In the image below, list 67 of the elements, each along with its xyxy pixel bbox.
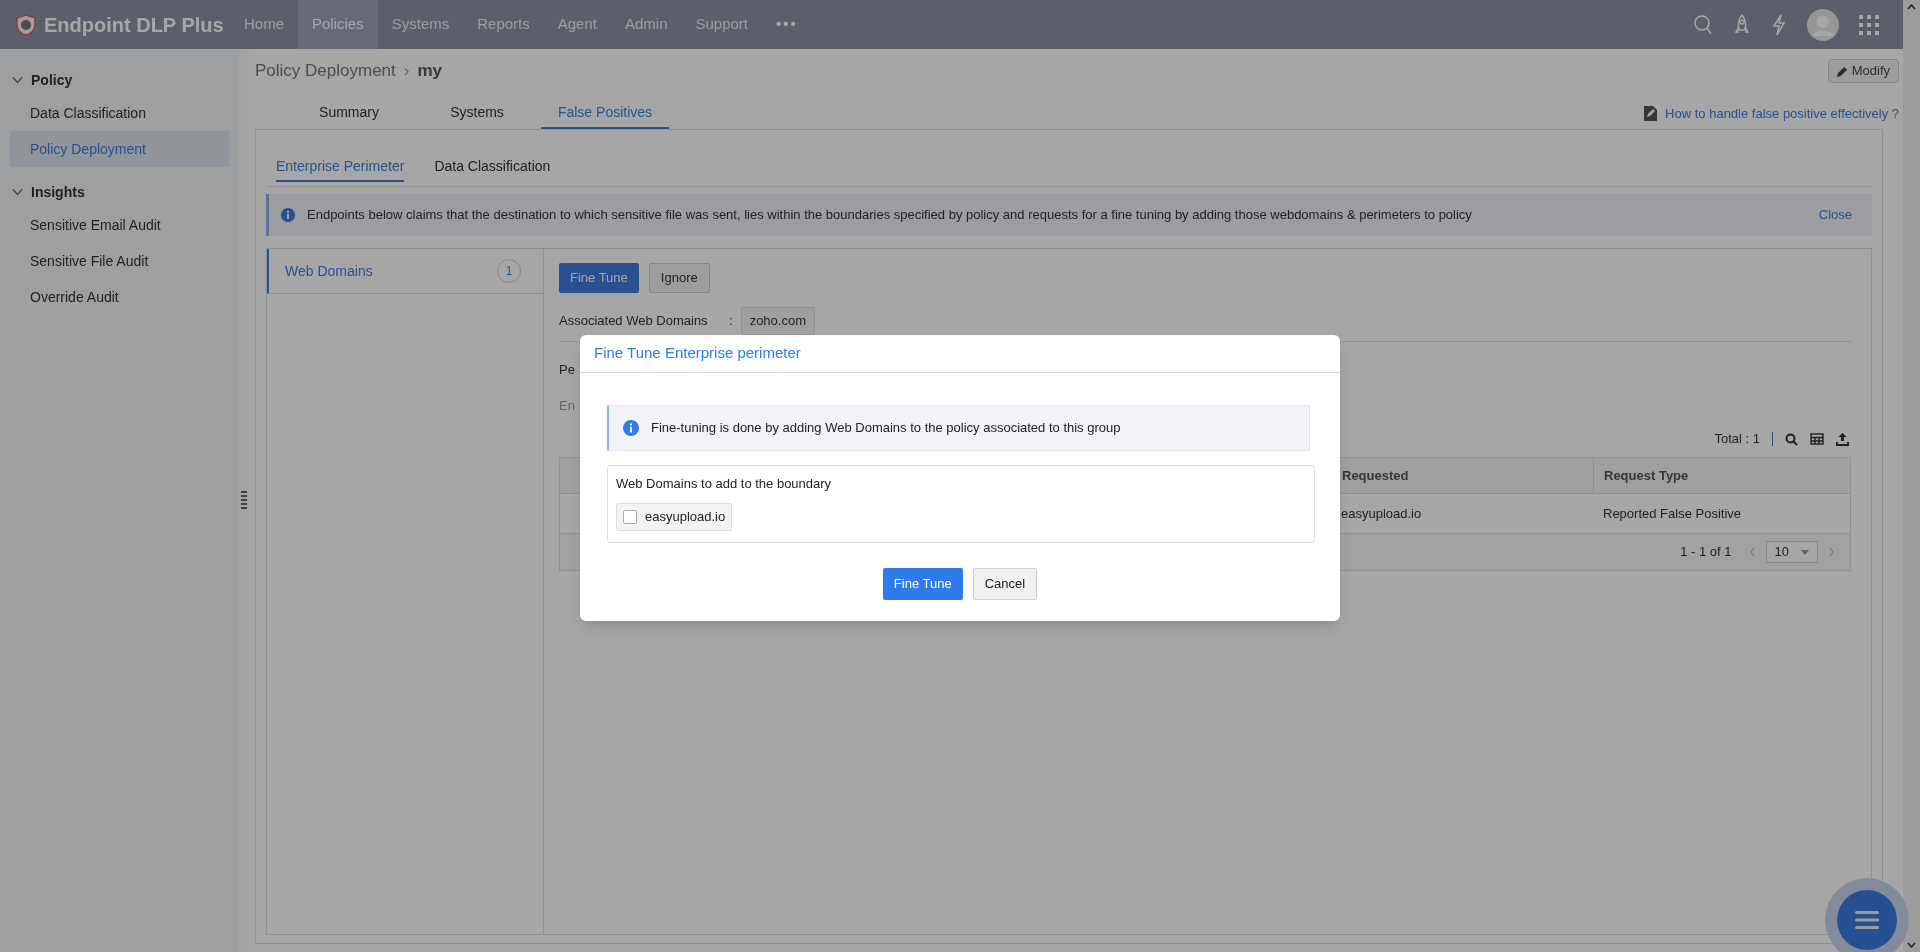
help-link[interactable]: How to handle false positive effectively ? bbox=[1644, 103, 1899, 129]
shield-logo-icon bbox=[16, 13, 36, 36]
sidebar-section-title[interactable]: Policy bbox=[31, 69, 73, 91]
scroll-down-icon[interactable] bbox=[1907, 942, 1916, 948]
page-size-dropdown[interactable]: 10 bbox=[1765, 541, 1818, 563]
caret-icon bbox=[1801, 549, 1809, 555]
resize-handle-icon[interactable] bbox=[241, 490, 247, 511]
scroll-up-icon[interactable] bbox=[1907, 4, 1916, 10]
nav-tab[interactable]: Home bbox=[230, 0, 298, 49]
ignore-button[interactable]: Ignore bbox=[648, 263, 710, 293]
table-cell-text: Reported False Positive bbox=[1602, 504, 1742, 523]
info-icon bbox=[281, 208, 295, 222]
breadcrumb-current: my bbox=[417, 60, 443, 83]
rocket-icon[interactable] bbox=[1733, 13, 1751, 36]
tab[interactable]: False Positives bbox=[541, 97, 669, 129]
menu-icon bbox=[1855, 911, 1879, 929]
sidebar-section-title[interactable]: Insights bbox=[31, 181, 85, 203]
chevron-icon[interactable] bbox=[12, 76, 23, 84]
sidebar-item[interactable]: Sensitive Email Audit bbox=[10, 207, 229, 243]
more-menu[interactable]: ••• bbox=[762, 0, 812, 49]
sidebar-item[interactable]: Policy Deployment bbox=[10, 131, 229, 167]
tab[interactable]: Summary bbox=[285, 97, 413, 129]
checkbox[interactable] bbox=[623, 510, 637, 524]
lightning-icon[interactable] bbox=[1771, 13, 1787, 36]
search-icon[interactable] bbox=[1785, 432, 1798, 446]
breadcrumb-separator: › bbox=[403, 60, 410, 83]
sub-tab[interactable]: Data Classification bbox=[434, 152, 551, 182]
fine-tune-button[interactable]: Fine Tune bbox=[882, 568, 963, 600]
app-name: Endpoint DLP Plus bbox=[44, 12, 224, 38]
apps-grid-icon[interactable] bbox=[1859, 14, 1879, 35]
avatar-icon[interactable] bbox=[1807, 8, 1839, 41]
info-message: Fine-tuning is done by adding Web Domains to the policy associated to this group bbox=[651, 419, 1121, 438]
cancel-button[interactable]: Cancel bbox=[972, 568, 1038, 600]
info-icon bbox=[623, 420, 639, 436]
field-separator: : bbox=[729, 312, 733, 331]
fine-tune-button[interactable]: Fine Tune bbox=[559, 263, 639, 293]
nav-tab[interactable]: Agent bbox=[543, 0, 611, 49]
nav-tab[interactable]: Policies bbox=[298, 0, 378, 49]
table-cell-text: easyupload.io bbox=[1340, 504, 1423, 523]
filter-label: En bbox=[559, 396, 575, 415]
scrollbar[interactable] bbox=[1903, 0, 1920, 952]
breadcrumb-link[interactable]: Policy Deployment bbox=[255, 58, 396, 84]
banner-message: Endpoints below claims that the destination to which sensitive file was sent, lies within the boundaries specified by policy and requests for a fine tuning by adding those webdomains & perimeters to policy bbox=[307, 206, 1473, 225]
nav-tab[interactable]: Reports bbox=[463, 0, 544, 49]
sidebar-item[interactable]: Data Classification bbox=[10, 95, 229, 131]
chevron-icon[interactable] bbox=[12, 188, 23, 196]
tab[interactable]: Systems bbox=[413, 97, 541, 129]
category-item[interactable]: Web Domains 1 bbox=[267, 249, 543, 294]
section-label: Pe bbox=[559, 361, 575, 379]
sidebar-item[interactable]: Sensitive File Audit bbox=[10, 243, 229, 279]
sidebar-item[interactable]: Override Audit bbox=[10, 279, 229, 315]
modify-button[interactable]: Modify bbox=[1827, 59, 1899, 83]
pagination-range: 1 - 1 of 1 bbox=[1680, 543, 1732, 562]
dialog-title: Fine Tune Enterprise perimeter bbox=[594, 343, 801, 364]
panel-title: Web Domains to add to the boundary bbox=[615, 475, 833, 493]
domain-tag: zoho.com bbox=[740, 307, 815, 335]
export-icon[interactable] bbox=[1836, 432, 1849, 446]
nav-tab[interactable]: Support bbox=[681, 0, 763, 49]
column-header[interactable]: Request Type bbox=[1593, 457, 1850, 494]
total-count: Total : 1 bbox=[1714, 430, 1760, 449]
document-edit-icon bbox=[1644, 105, 1658, 121]
close-link[interactable]: Close bbox=[1818, 205, 1860, 225]
nav-tab[interactable]: Admin bbox=[610, 0, 682, 49]
sub-tab[interactable]: Enterprise Perimeter bbox=[276, 152, 405, 182]
field-label: Associated Web Domains bbox=[559, 312, 709, 331]
pencil-icon bbox=[1836, 65, 1848, 77]
table-columns-icon[interactable] bbox=[1810, 433, 1824, 445]
